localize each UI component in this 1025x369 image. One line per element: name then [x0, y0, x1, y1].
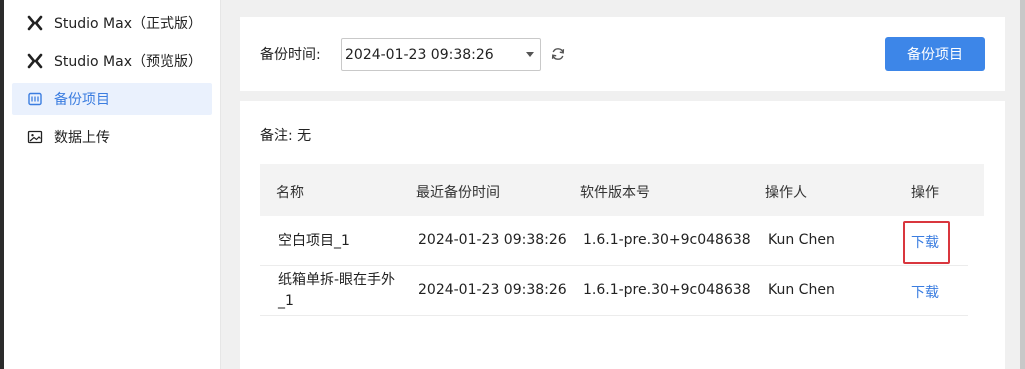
cell-operator: Kun Chen	[768, 282, 835, 298]
cell-version: 1.6.1-pre.30+9c048638	[583, 232, 751, 248]
table-row: 纸箱单拆-眼在手外_1 2024-01-23 09:38:26 1.6.1-pr…	[260, 266, 968, 316]
column-header-name: 名称	[276, 185, 304, 201]
x-logo-icon	[26, 14, 44, 32]
sidebar-item-label: 数据上传	[54, 130, 110, 146]
backup-table: 名称 最近备份时间 软件版本号 操作人 操作 空白项目_1 2024-01-23…	[260, 164, 984, 316]
cell-name: 纸箱单拆-眼在手外_1	[278, 272, 396, 309]
note-text: 备注: 无	[260, 128, 312, 144]
sidebar: Studio Max（正式版） Studio Max（预览版） 备份项目 数据上…	[4, 0, 221, 369]
backup-time-value: 2024-01-23 09:38:26	[345, 46, 494, 63]
cell-operator: Kun Chen	[768, 232, 835, 248]
table-header: 名称 最近备份时间 软件版本号 操作人 操作	[260, 164, 984, 216]
content-panel: 备注: 无 名称 最近备份时间 软件版本号 操作人 操作 空白项目_1 2024…	[240, 101, 1005, 369]
table-row: 空白项目_1 2024-01-23 09:38:26 1.6.1-pre.30+…	[260, 216, 968, 266]
column-header-operator: 操作人	[765, 185, 807, 201]
sidebar-item-label: Studio Max（预览版）	[54, 54, 202, 70]
column-header-time: 最近备份时间	[416, 185, 500, 201]
refresh-icon[interactable]	[549, 45, 567, 63]
scrollbar-track[interactable]	[1020, 0, 1025, 369]
sidebar-item-studio-max-release[interactable]: Studio Max（正式版）	[12, 7, 212, 39]
chevron-down-icon	[526, 52, 534, 57]
sidebar-item-label: Studio Max（正式版）	[54, 16, 202, 32]
backup-time-select[interactable]: 2024-01-23 09:38:26	[341, 38, 541, 71]
cell-version: 1.6.1-pre.30+9c048638	[583, 282, 751, 298]
x-logo-icon	[26, 52, 44, 70]
column-header-action: 操作	[911, 185, 939, 201]
download-link[interactable]: 下载	[911, 282, 939, 302]
sidebar-item-data-upload[interactable]: 数据上传	[12, 121, 212, 153]
sidebar-item-label: 备份项目	[54, 92, 110, 108]
download-link[interactable]: 下载	[911, 232, 939, 252]
cell-name: 空白项目_1	[278, 233, 350, 249]
image-icon	[26, 128, 44, 146]
column-header-version: 软件版本号	[580, 185, 650, 201]
backup-icon	[26, 90, 44, 108]
sidebar-item-backup[interactable]: 备份项目	[12, 83, 212, 115]
sidebar-item-studio-max-preview[interactable]: Studio Max（预览版）	[12, 45, 212, 77]
cell-time: 2024-01-23 09:38:26	[418, 232, 567, 248]
main-area: 备份时间: 2024-01-23 09:38:26 备份项目 备注: 无 名称 …	[222, 0, 1020, 369]
backup-time-label: 备份时间:	[260, 47, 321, 63]
cell-time: 2024-01-23 09:38:26	[418, 282, 567, 298]
toolbar-panel: 备份时间: 2024-01-23 09:38:26 备份项目	[240, 17, 1005, 91]
backup-project-button[interactable]: 备份项目	[885, 37, 985, 71]
